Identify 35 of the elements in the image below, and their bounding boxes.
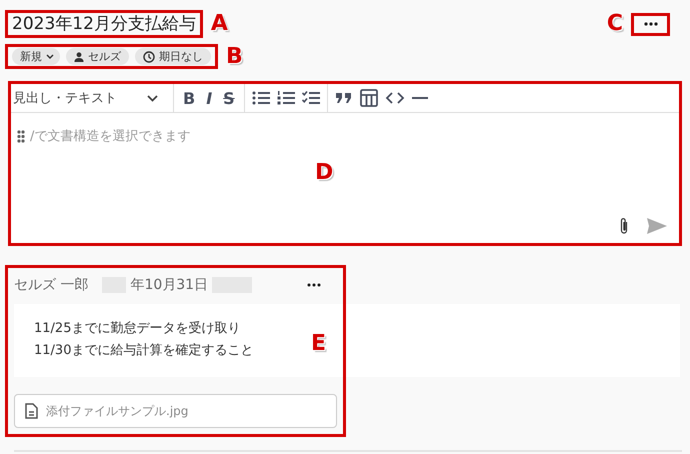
horizontal-rule-icon[interactable] xyxy=(412,96,428,100)
clock-icon xyxy=(143,50,155,62)
chevron-down-icon xyxy=(46,54,54,60)
callout-label: B xyxy=(226,46,243,68)
chevron-down-icon xyxy=(147,94,158,102)
callout-label: A xyxy=(210,13,228,35)
chip-button[interactable]: セルズ xyxy=(66,48,129,65)
task-title: 2023年12月分支払給与 xyxy=(11,13,197,35)
drag-handle-icon[interactable] xyxy=(17,130,25,143)
more-icon[interactable] xyxy=(307,283,321,287)
format-button[interactable]: S xyxy=(221,88,237,108)
format-button[interactable]: B xyxy=(181,88,198,108)
callout-label: E xyxy=(311,333,326,355)
paperclip-icon[interactable] xyxy=(619,217,629,235)
file-icon xyxy=(25,403,38,419)
format-dropdown[interactable]: 見出し・テキスト xyxy=(11,89,166,107)
bullet-list-icon[interactable] xyxy=(252,90,270,106)
comment-author: セルズ 一郎 xyxy=(14,276,88,294)
callout-label: C xyxy=(606,13,623,35)
table-icon[interactable] xyxy=(360,89,378,107)
checklist-icon[interactable] xyxy=(302,90,320,106)
comment-input-field[interactable]: /で文書構造を選択できます xyxy=(30,129,430,144)
comment-text: 11/25までに勤怠データを受け取り xyxy=(34,320,240,338)
comment-text: 11/30までに給与計算を確定すること xyxy=(34,342,254,360)
callout-label: D xyxy=(315,162,334,184)
chip-button[interactable]: 期日なし xyxy=(135,48,211,65)
quote-icon[interactable] xyxy=(334,91,353,105)
person-icon xyxy=(74,52,84,62)
more-icon xyxy=(644,22,658,26)
numbered-list-icon[interactable] xyxy=(276,90,295,106)
attachment-chip[interactable]: 添付ファイルサンプル.jpg xyxy=(14,394,337,428)
chip-button[interactable]: 新規 xyxy=(12,48,60,65)
comment-date: 年10月31日 xyxy=(130,276,208,294)
code-icon[interactable] xyxy=(384,91,405,105)
format-button[interactable]: I xyxy=(204,88,214,108)
